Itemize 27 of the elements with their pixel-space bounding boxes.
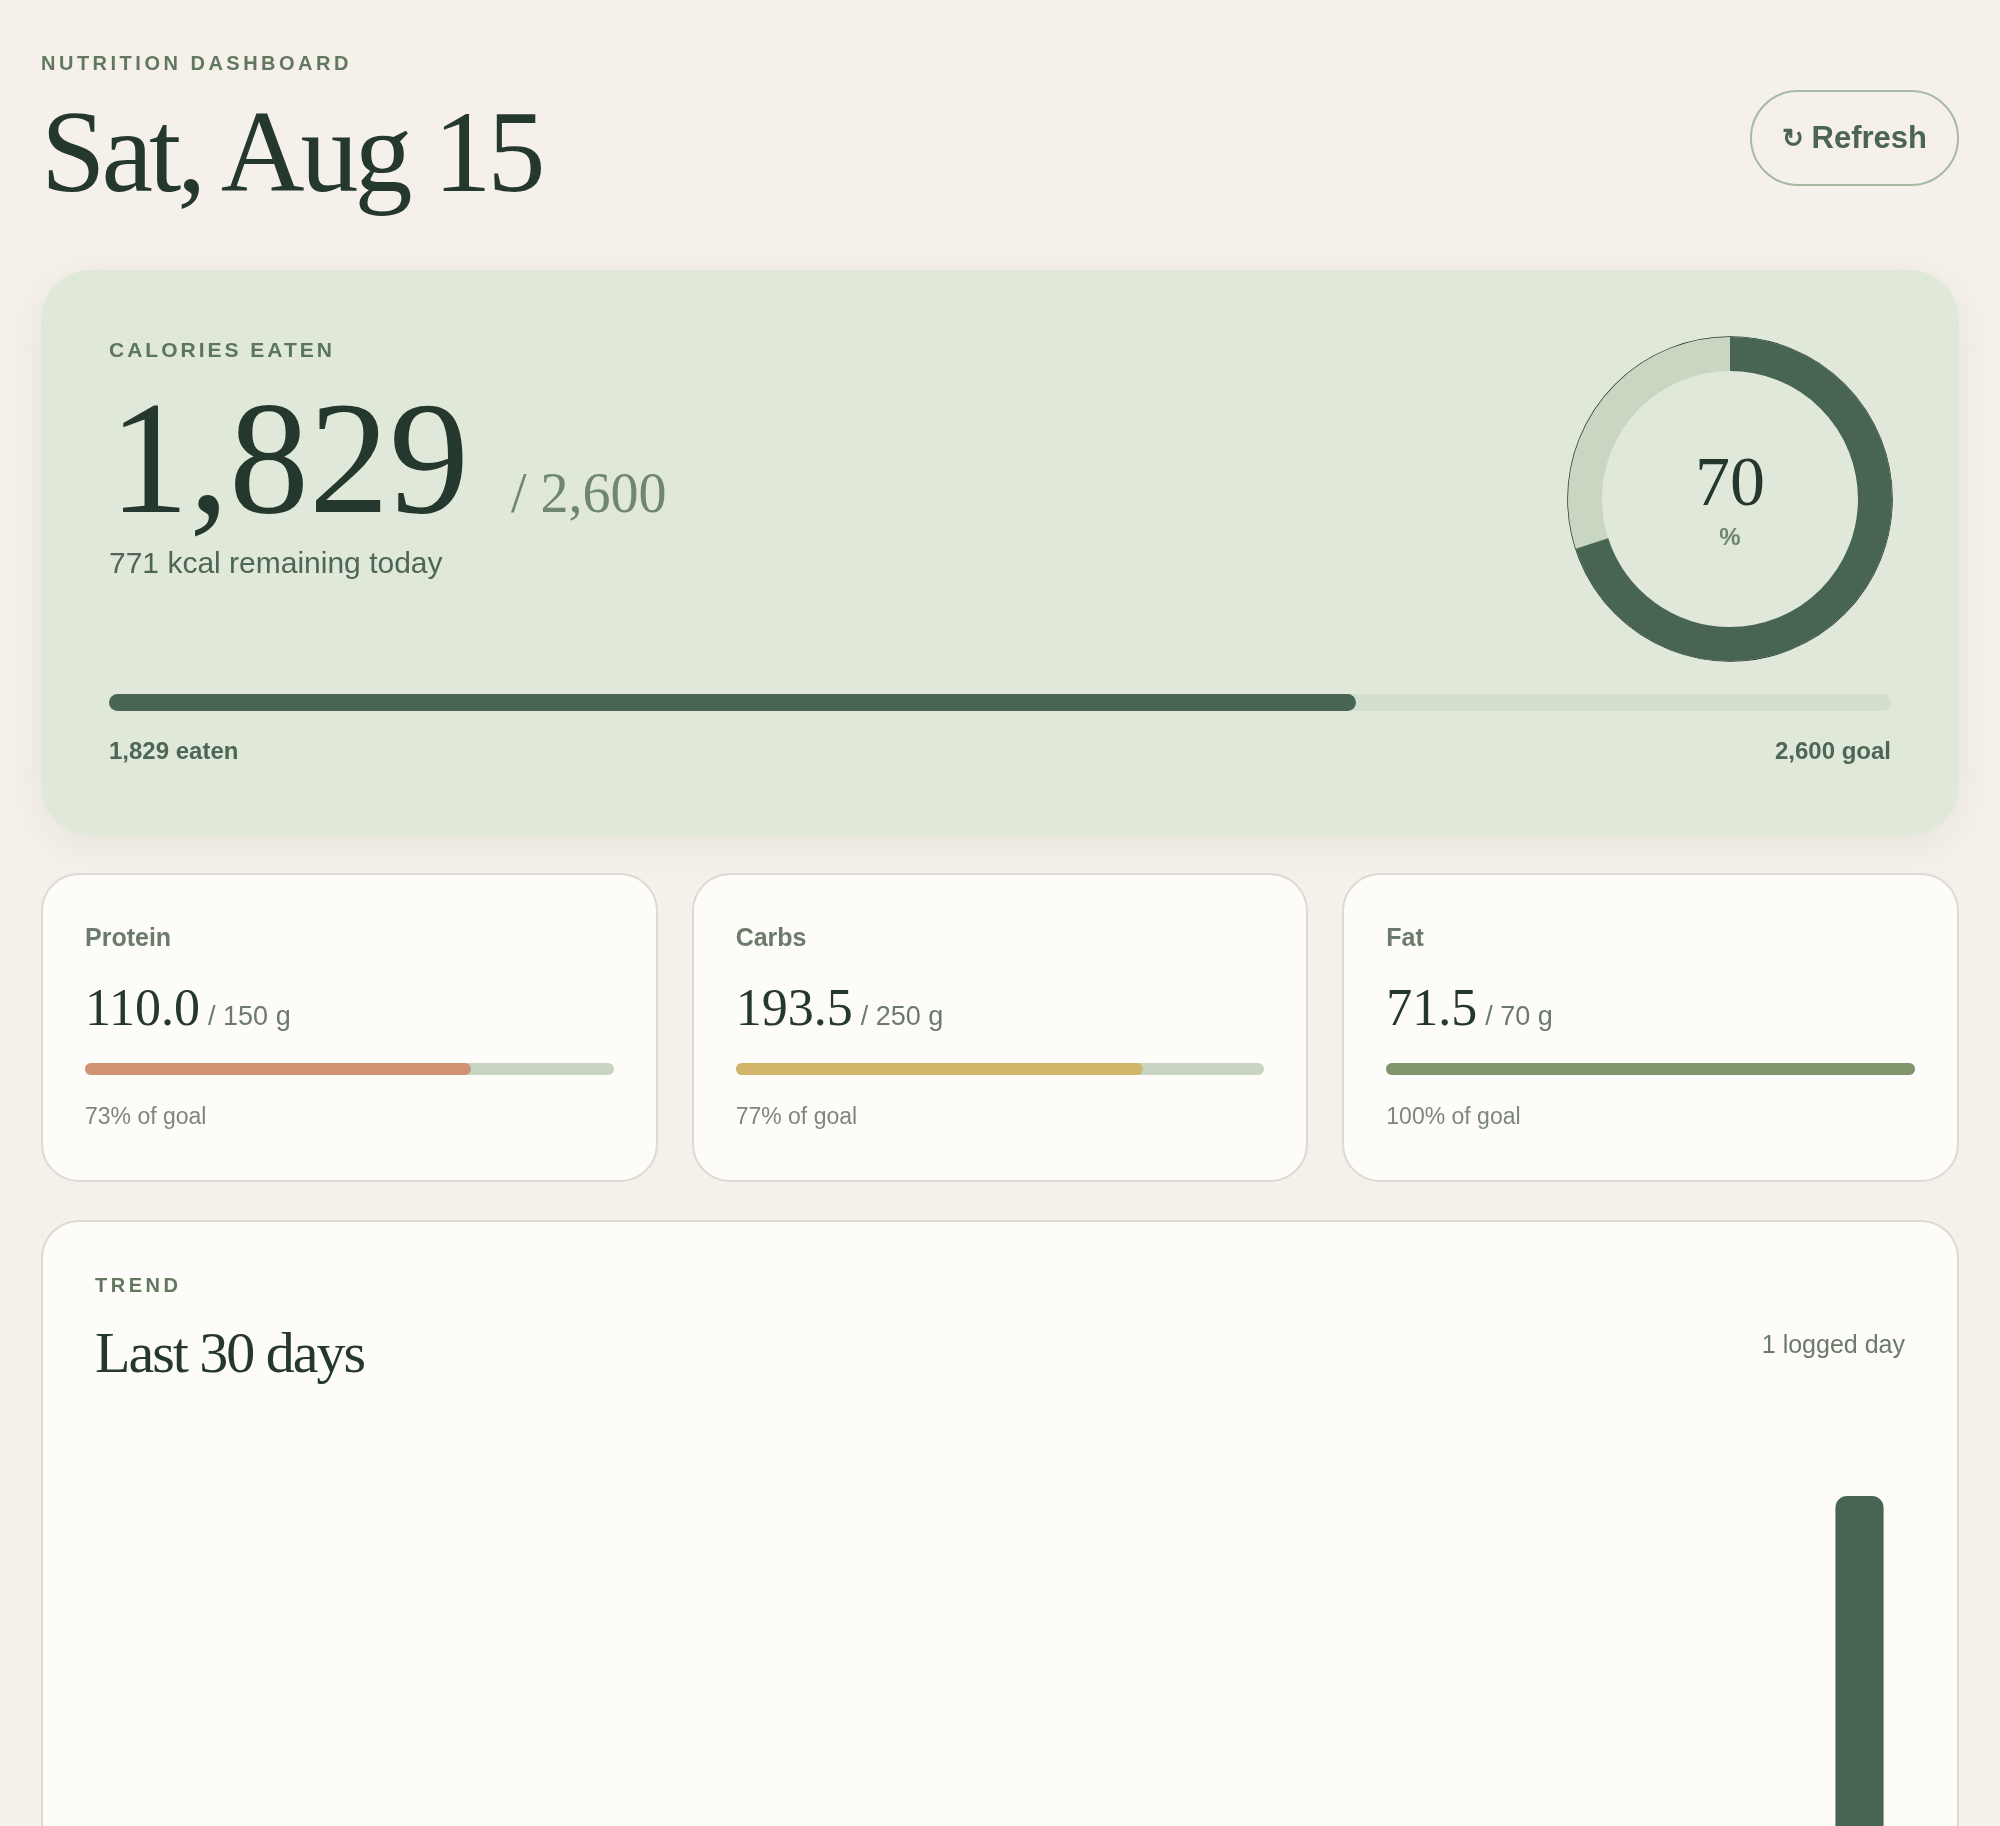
macro-percent: 77% of goal [735, 1103, 859, 1131]
macro-value: 71.5 [1386, 978, 1478, 1038]
goal-label: 2,600 goal [1774, 737, 1891, 766]
trend-eyebrow: TREND [95, 1274, 183, 1298]
ring-percent-unit: % [1719, 523, 1741, 552]
refresh-button[interactable]: ↻ Refresh [1749, 90, 1959, 186]
macro-percent: 100% of goal [1386, 1103, 1522, 1131]
remaining-text: 771 kcal remaining today [109, 546, 444, 581]
date-title: Sat, Aug 15 [41, 87, 542, 218]
macro-goal: / 150 g [208, 1001, 291, 1033]
refresh-icon: ↻ [1781, 122, 1804, 154]
macro-goal: / 70 g [1485, 1001, 1553, 1033]
calories-goal-value: / 2,600 [511, 461, 667, 526]
calories-label: CALORIES EATEN [109, 338, 336, 363]
ring-percent-value: 70 [1695, 447, 1765, 518]
dashboard-eyebrow: NUTRITION DASHBOARD [41, 52, 353, 75]
macro-name: Protein [85, 923, 173, 953]
macro-name: Fat [1386, 923, 1425, 953]
trend-title: Last 30 days [95, 1319, 365, 1387]
calories-eaten-value: 1,829 [109, 374, 469, 543]
macro-value: 110.0 [85, 978, 201, 1038]
macro-percent: 73% of goal [85, 1103, 208, 1131]
macro-value: 193.5 [735, 978, 853, 1038]
macro-goal: / 250 g [860, 1001, 944, 1033]
eaten-label: 1,829 eaten [109, 737, 239, 766]
logged-days-count: 1 logged day [1761, 1330, 1905, 1360]
macro-name: Carbs [735, 923, 808, 953]
